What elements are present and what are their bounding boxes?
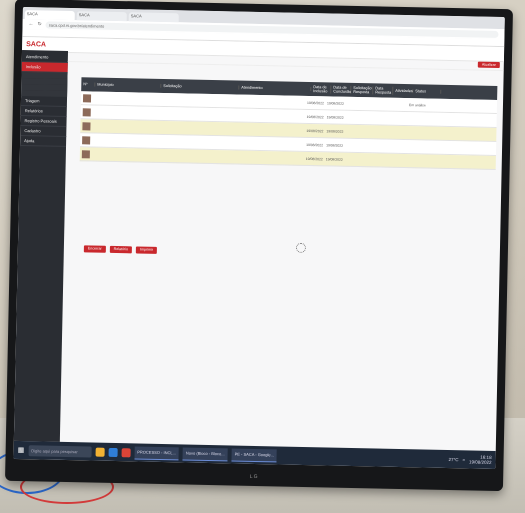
col-header[interactable]: Status — [413, 89, 442, 94]
close-request-button[interactable]: Encerrar — [83, 245, 106, 253]
chrome-icon[interactable] — [121, 447, 131, 457]
taskbar-search[interactable]: Digite aqui para pesquisar — [28, 444, 92, 458]
app-main: Atendimento Inclusão Triagem Relatórios … — [13, 49, 504, 451]
sidebar-item-ajuda[interactable]: Ajuda — [20, 135, 67, 147]
taskbar-window[interactable]: PE - SACA - Google... — [231, 447, 278, 462]
row-date: 19/08/2022 — [326, 128, 344, 134]
file-explorer-icon[interactable] — [95, 447, 105, 457]
report-button[interactable]: Relatório — [109, 245, 133, 254]
row-date: 19/08/2022 — [325, 156, 343, 162]
content-area: Atualizar Nº Município Solicitação Atend… — [60, 50, 504, 451]
row-date: 19/08/2022 — [306, 128, 324, 133]
col-header[interactable]: Atendimento — [239, 85, 312, 92]
app-logo: SACA — [26, 40, 47, 48]
row-date: 19/08/2022 — [326, 114, 344, 120]
monitor-brand-logo: LG — [249, 473, 259, 481]
windows-start-icon[interactable]: ▦ — [18, 446, 25, 454]
row-date: 19/08/2022 — [306, 114, 324, 119]
monitor: SACA SACA SACA ← ↻ saca.cpd.rs.gov.br/at… — [5, 0, 513, 492]
browser-tab[interactable]: SACA — [24, 10, 75, 21]
back-icon[interactable]: ← — [29, 21, 34, 27]
row-thumbnail — [82, 107, 91, 116]
row-detail-panel: Encerrar Relatório Imprimir — [83, 201, 495, 261]
row-date: 19/08/2022 — [305, 156, 323, 161]
requests-table: Nº Município Solicitação Atendimento Dat… — [79, 77, 498, 170]
row-date: 19/08/2022 — [326, 100, 345, 106]
row-status: Em análise — [408, 102, 426, 107]
monitor-screen: SACA SACA SACA ← ↻ saca.cpd.rs.gov.br/at… — [13, 7, 505, 469]
col-header[interactable]: Município — [95, 82, 162, 88]
weather-text[interactable]: 27°C — [448, 457, 458, 462]
col-header[interactable]: Solicitação — [161, 83, 240, 90]
col-header[interactable]: Nº — [81, 82, 96, 87]
taskbar-window[interactable]: Novo (Bloco - Bloco... — [182, 446, 228, 461]
row-date: 19/08/2022 — [326, 142, 344, 148]
col-header[interactable]: Data de Conclusão — [331, 85, 352, 94]
row-thumbnail — [81, 149, 90, 158]
col-header[interactable]: Solicitação Resposta — [351, 85, 374, 95]
row-thumbnail — [82, 135, 91, 144]
row-date: 19/08/2022 — [306, 100, 325, 105]
edge-icon[interactable] — [108, 447, 118, 457]
print-button[interactable]: Imprimir — [135, 246, 158, 254]
row-thumbnail — [82, 93, 92, 102]
reload-icon[interactable]: ↻ — [38, 21, 42, 27]
clock-date[interactable]: 19/08/2022 — [469, 459, 492, 464]
system-tray: 27°C ≈ 16:18 19/08/2022 — [448, 454, 495, 465]
taskbar-window[interactable]: PROCESSO - INCL... — [134, 445, 180, 460]
browser-tab[interactable]: SACA — [128, 12, 179, 23]
col-header[interactable]: Data de Inclusão — [311, 85, 332, 94]
wifi-icon[interactable]: ≈ — [462, 457, 465, 462]
col-header[interactable]: Atividades — [393, 88, 414, 94]
browser-tab[interactable]: SACA — [76, 11, 127, 22]
col-header[interactable]: Data Resposta — [373, 86, 394, 95]
update-button[interactable]: Atualizar — [477, 61, 500, 69]
row-thumbnail — [82, 121, 91, 130]
sidebar: Atendimento Inclusão Triagem Relatórios … — [13, 49, 69, 442]
row-date: 19/08/2022 — [306, 142, 324, 147]
